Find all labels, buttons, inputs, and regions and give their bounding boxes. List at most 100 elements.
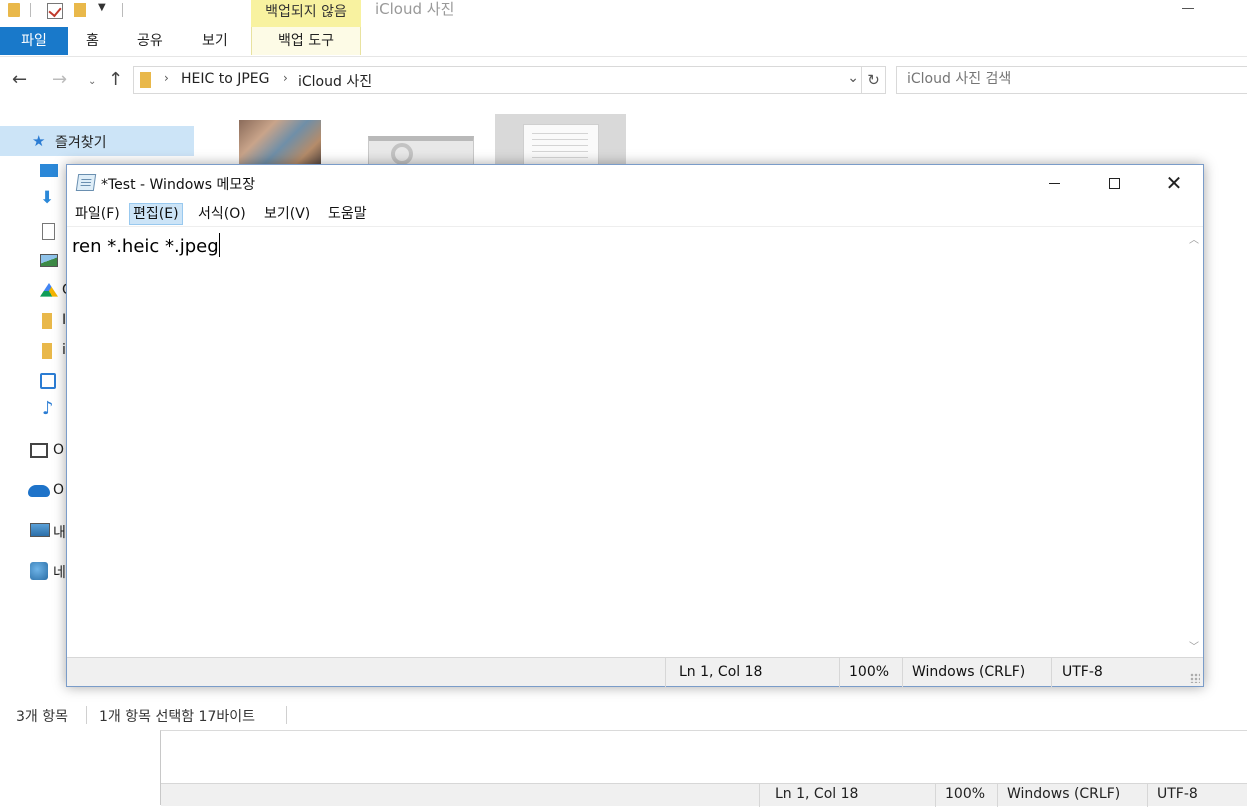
menu-view[interactable]: 보기(V) xyxy=(261,203,313,225)
breadcrumb-separator-icon[interactable]: › xyxy=(283,71,288,85)
status-divider xyxy=(935,784,936,807)
address-bar[interactable]: › HEIC to JPEG › iCloud 사진 ⌄ xyxy=(133,66,862,94)
status-divider xyxy=(1051,658,1052,687)
item-count: 3개 항목 xyxy=(16,709,68,725)
this-pc-icon[interactable] xyxy=(30,523,50,537)
sidebar-item-label: 네 xyxy=(53,565,66,581)
text-line xyxy=(532,139,588,140)
folder-icon[interactable] xyxy=(42,343,52,359)
quick-access-toolbar: ▼ xyxy=(0,0,130,24)
scroll-up-icon[interactable]: ︿ xyxy=(1189,231,1199,246)
breadcrumb-separator-icon[interactable]: › xyxy=(164,71,169,85)
editor-text: ren *.heic *.jpeg xyxy=(72,236,219,257)
text-line xyxy=(532,133,588,134)
status-divider xyxy=(86,706,87,724)
cursor-position: Ln 1, Col 18 xyxy=(679,664,763,680)
text-line xyxy=(532,151,588,152)
selection-info: 1개 항목 선택함 17바이트 xyxy=(99,709,255,725)
editor-content[interactable]: ren *.heic *.jpeg xyxy=(72,233,220,257)
cursor-position: Ln 1, Col 18 xyxy=(775,786,859,802)
status-divider xyxy=(286,706,287,724)
notepad-icon xyxy=(75,174,97,191)
tab-share[interactable]: 공유 xyxy=(137,27,163,55)
minimize-button[interactable] xyxy=(1024,165,1084,201)
menu-format[interactable]: 서식(O) xyxy=(195,203,249,225)
tab-home[interactable]: 홈 xyxy=(86,27,99,55)
breadcrumb-item[interactable]: HEIC to JPEG xyxy=(181,71,270,87)
text-line xyxy=(532,157,588,158)
context-tab-header: 백업되지 않음 xyxy=(251,0,361,27)
menu-edit[interactable]: 편집(E) xyxy=(129,203,183,225)
window-title: *Test - Windows 메모장 xyxy=(101,177,256,193)
gear-icon xyxy=(391,143,413,165)
tab-file[interactable]: 파일 xyxy=(0,27,68,55)
ribbon-tabs: 파일 홈 공유 보기 백업 도구 xyxy=(0,27,1247,57)
search-input[interactable] xyxy=(907,71,1227,87)
star-icon: ★ xyxy=(32,132,46,150)
status-divider xyxy=(759,784,760,807)
up-arrow-icon[interactable]: ↑ xyxy=(108,70,123,90)
zoom-level: 100% xyxy=(849,664,890,680)
tab-backup-tools[interactable]: 백업 도구 xyxy=(251,27,361,55)
background-notepad-window[interactable]: Ln 1, Col 18 100% Windows (CRLF) UTF-8 xyxy=(160,730,1247,807)
close-button[interactable]: ✕ xyxy=(1144,165,1204,201)
back-arrow-icon[interactable]: ← xyxy=(12,70,27,90)
sidebar-item-label: O xyxy=(53,442,65,458)
status-divider xyxy=(839,658,840,687)
breadcrumb-item[interactable]: iCloud 사진 xyxy=(298,71,372,91)
desktop-icon[interactable] xyxy=(40,164,58,177)
text-line xyxy=(532,145,588,146)
sidebar-item-favorites[interactable]: ★ 즐겨찾기 xyxy=(0,126,194,156)
tab-view[interactable]: 보기 xyxy=(202,27,228,55)
file-thumbnail[interactable] xyxy=(368,136,474,166)
scroll-down-icon[interactable]: ﹀ xyxy=(1189,638,1199,653)
properties-icon[interactable] xyxy=(47,3,63,19)
google-drive-icon[interactable] xyxy=(40,283,58,297)
minimize-icon[interactable] xyxy=(1182,8,1194,9)
status-bar: Ln 1, Col 18 100% Windows (CRLF) UTF-8 xyxy=(67,657,1203,687)
chevron-down-icon[interactable]: ⌄ xyxy=(847,70,859,86)
maximize-icon xyxy=(1108,178,1120,189)
download-icon[interactable]: ⬇ xyxy=(40,190,56,207)
window-title: iCloud 사진 xyxy=(375,0,455,18)
folder-icon[interactable] xyxy=(42,313,52,329)
resize-grip-icon[interactable] xyxy=(1190,673,1200,683)
forward-arrow-icon[interactable]: → xyxy=(52,70,67,90)
text-document-icon xyxy=(523,124,599,166)
music-icon[interactable]: ♪ xyxy=(42,400,58,418)
pictures-icon[interactable] xyxy=(40,254,58,267)
status-divider xyxy=(902,658,903,687)
status-divider xyxy=(665,658,666,687)
menu-file[interactable]: 파일(F) xyxy=(72,203,123,225)
sidebar-item-label: O xyxy=(53,482,65,498)
sidebar-item-label: 즐겨찾기 xyxy=(55,135,107,151)
recent-locations-chevron-icon[interactable]: ⌄ xyxy=(88,72,96,92)
refresh-icon[interactable]: ↻ xyxy=(862,66,886,94)
title-bar[interactable]: *Test - Windows 메모장 ✕ xyxy=(67,165,1203,201)
new-folder-icon[interactable] xyxy=(74,3,86,17)
sidebar-item-label: 내 xyxy=(53,525,66,541)
encoding: UTF-8 xyxy=(1157,786,1198,802)
file-thumbnail-selected[interactable] xyxy=(495,114,626,166)
menu-bar: 파일(F) 편집(E) 서식(O) 보기(V) 도움말 xyxy=(67,201,1203,227)
text-editor[interactable]: ren *.heic *.jpeg xyxy=(67,227,1186,657)
document-icon[interactable] xyxy=(42,223,55,240)
folder-icon xyxy=(8,3,20,17)
menu-help[interactable]: 도움말 xyxy=(325,203,370,225)
office-icon[interactable] xyxy=(30,443,48,458)
vertical-scrollbar[interactable]: ︿ ﹀ xyxy=(1186,227,1203,657)
zoom-level: 100% xyxy=(945,786,986,802)
search-box[interactable] xyxy=(896,66,1247,94)
status-divider xyxy=(1147,784,1148,807)
line-ending: Windows (CRLF) xyxy=(1007,786,1121,802)
photos-icon[interactable] xyxy=(40,373,56,389)
status-divider xyxy=(997,784,998,807)
file-thumbnail[interactable] xyxy=(239,120,321,164)
onedrive-icon[interactable] xyxy=(28,485,50,497)
line-ending: Windows (CRLF) xyxy=(912,664,1026,680)
customize-toolbar-dropdown-icon[interactable]: ▼ xyxy=(98,2,106,13)
encoding: UTF-8 xyxy=(1062,664,1103,680)
network-icon[interactable] xyxy=(30,562,48,580)
toolbar-divider xyxy=(30,3,31,17)
maximize-button[interactable] xyxy=(1084,165,1144,201)
